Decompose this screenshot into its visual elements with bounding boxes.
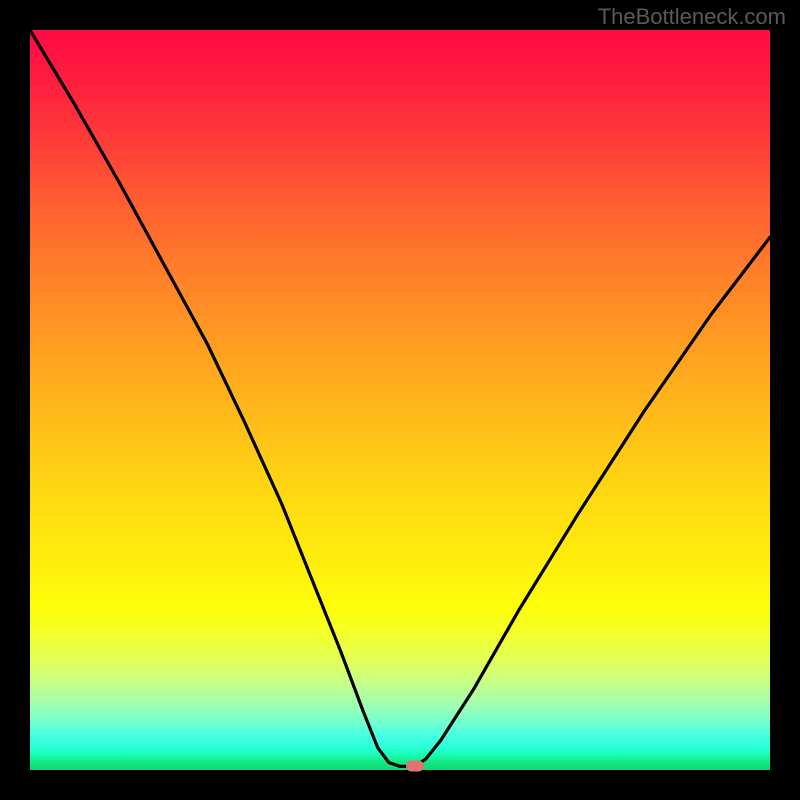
watermark-text: TheBottleneck.com bbox=[598, 4, 786, 30]
minimum-marker bbox=[406, 761, 424, 772]
chart-curve-svg bbox=[30, 30, 770, 770]
bottleneck-curve-line bbox=[30, 30, 770, 766]
chart-plot-area bbox=[30, 30, 770, 770]
